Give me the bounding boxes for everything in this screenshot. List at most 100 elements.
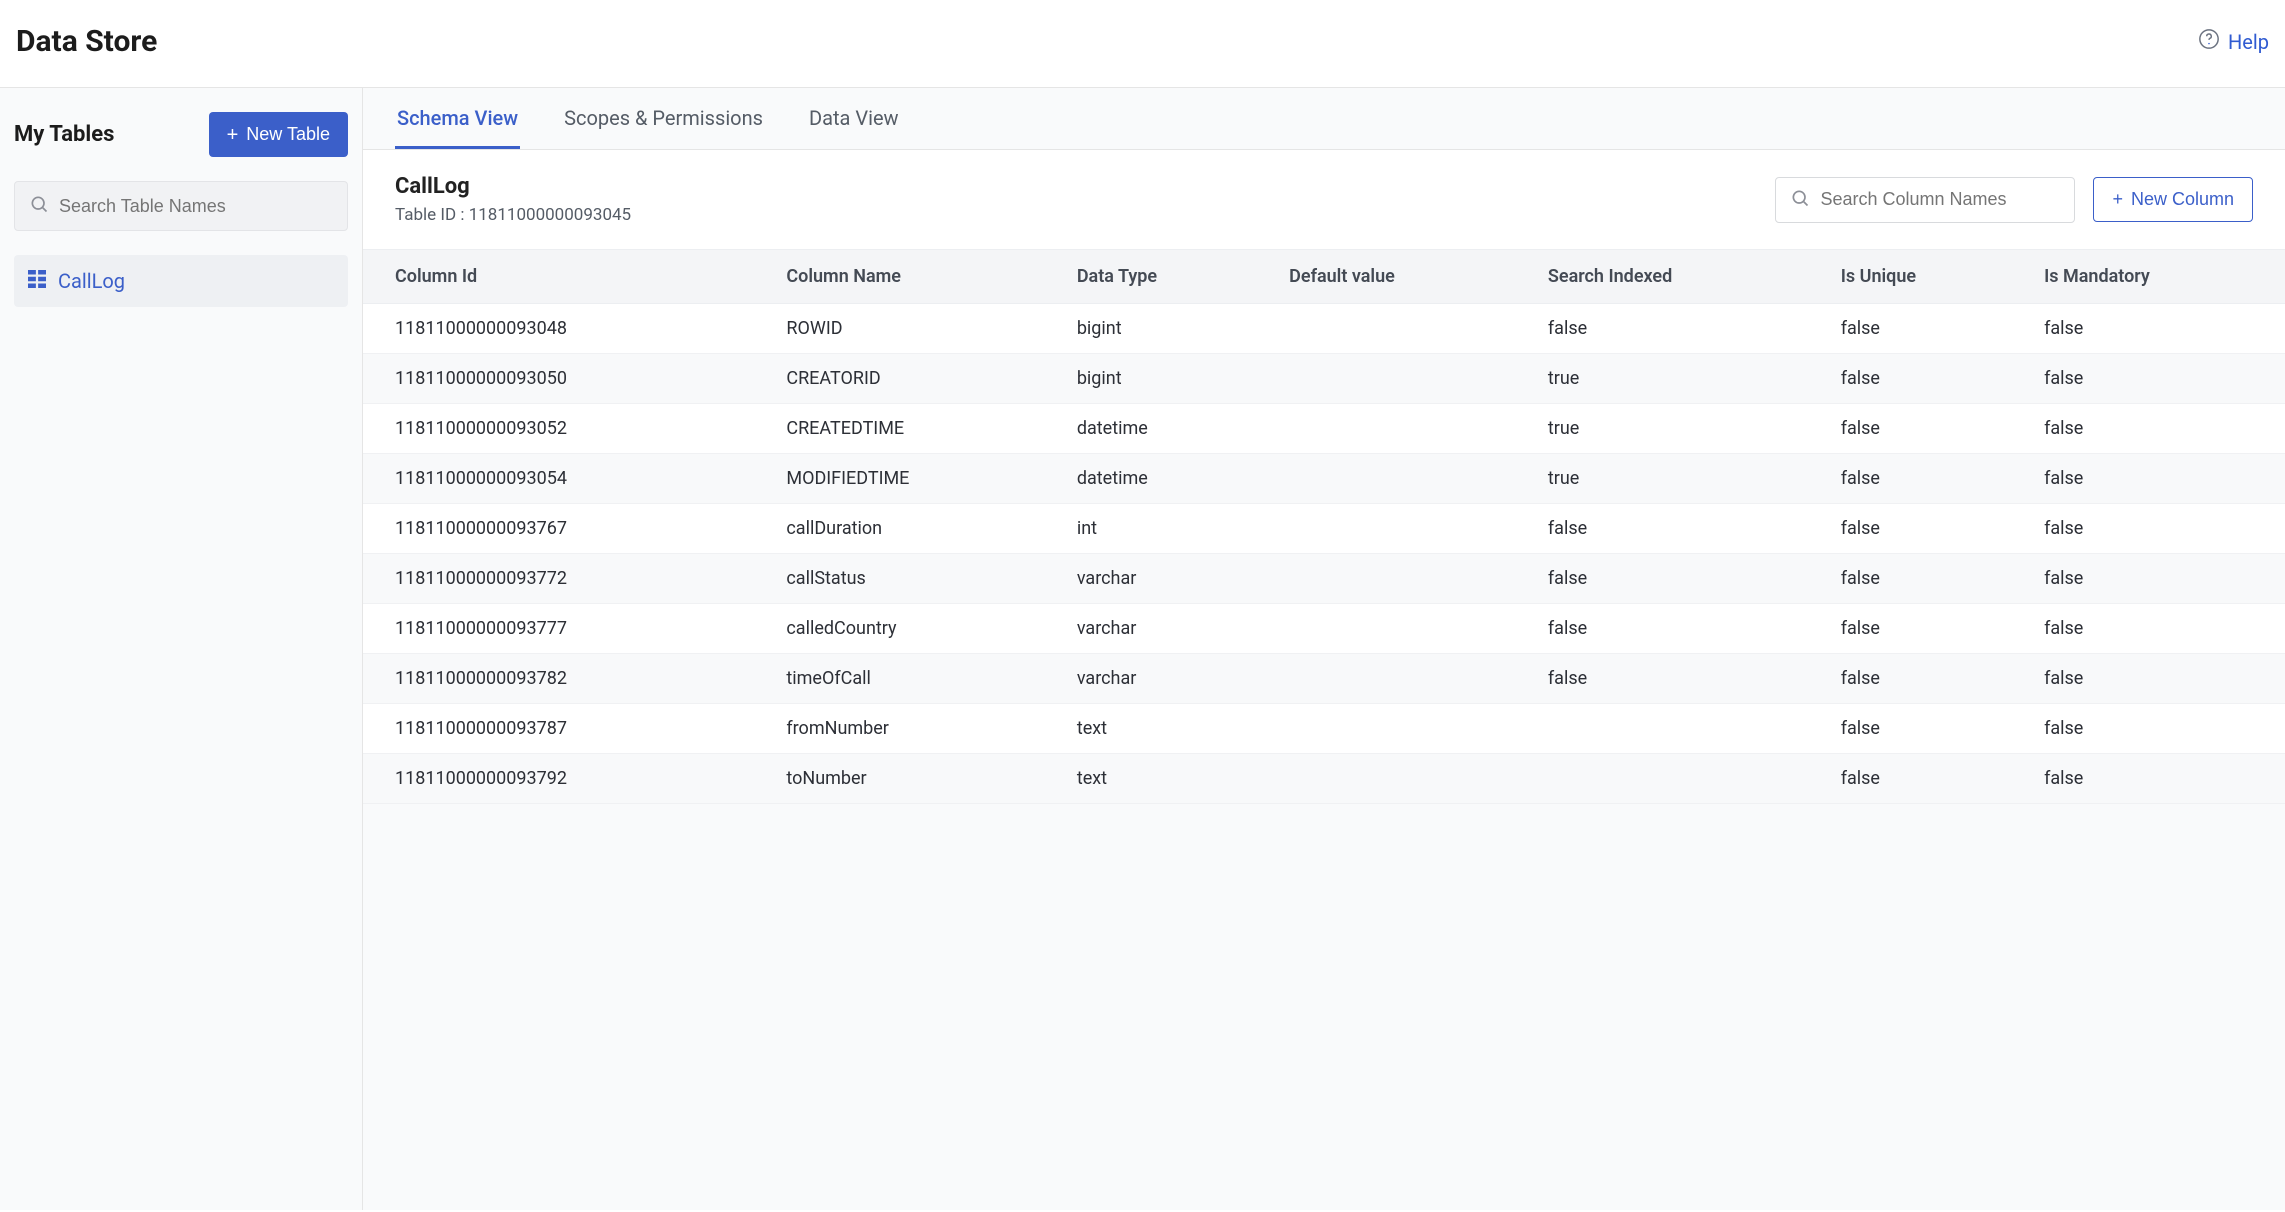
- table-row[interactable]: 11811000000093050 CREATORID bigint true …: [363, 354, 2285, 404]
- cell-default-value: [1271, 404, 1530, 454]
- new-column-button[interactable]: + New Column: [2093, 177, 2253, 222]
- table-row[interactable]: 11811000000093792 toNumber text false fa…: [363, 754, 2285, 804]
- table-row[interactable]: 11811000000093048 ROWID bigint false fal…: [363, 304, 2285, 354]
- search-icon: [1790, 188, 1810, 212]
- cell-search-indexed: true: [1530, 404, 1823, 454]
- table-row[interactable]: 11811000000093767 callDuration int false…: [363, 504, 2285, 554]
- cell-is-mandatory: false: [2026, 354, 2285, 404]
- cell-default-value: [1271, 554, 1530, 604]
- cell-is-mandatory: false: [2026, 504, 2285, 554]
- cell-is-mandatory: false: [2026, 754, 2285, 804]
- cell-default-value: [1271, 354, 1530, 404]
- plus-icon: +: [227, 125, 239, 145]
- tab-scopes-permissions[interactable]: Scopes & Permissions: [562, 88, 765, 149]
- cell-is-mandatory: false: [2026, 404, 2285, 454]
- table-row[interactable]: 11811000000093787 fromNumber text false …: [363, 704, 2285, 754]
- table-row[interactable]: 11811000000093777 calledCountry varchar …: [363, 604, 2285, 654]
- cell-column-name: CREATEDTIME: [768, 404, 1058, 454]
- search-tables-input[interactable]: [59, 196, 333, 217]
- th-column-name[interactable]: Column Name: [768, 250, 1058, 304]
- cell-column-name: MODIFIEDTIME: [768, 454, 1058, 504]
- th-is-unique[interactable]: Is Unique: [1823, 250, 2026, 304]
- table-row[interactable]: 11811000000093052 CREATEDTIME datetime t…: [363, 404, 2285, 454]
- cell-data-type: text: [1059, 754, 1271, 804]
- cell-column-id: 11811000000093777: [363, 604, 768, 654]
- cell-search-indexed: [1530, 704, 1823, 754]
- sidebar-table-name: CallLog: [58, 269, 125, 293]
- th-default-value[interactable]: Default value: [1271, 250, 1530, 304]
- cell-column-name: timeOfCall: [768, 654, 1058, 704]
- th-search-indexed[interactable]: Search Indexed: [1530, 250, 1823, 304]
- columns-table: Column Id Column Name Data Type Default …: [363, 249, 2285, 804]
- cell-search-indexed: false: [1530, 304, 1823, 354]
- cell-column-id: 11811000000093767: [363, 504, 768, 554]
- cell-column-name: ROWID: [768, 304, 1058, 354]
- search-columns-box[interactable]: [1775, 177, 2075, 223]
- cell-data-type: bigint: [1059, 304, 1271, 354]
- cell-column-id: 11811000000093050: [363, 354, 768, 404]
- cell-search-indexed: false: [1530, 554, 1823, 604]
- cell-column-name: callDuration: [768, 504, 1058, 554]
- cell-data-type: datetime: [1059, 404, 1271, 454]
- search-columns-input[interactable]: [1820, 189, 2060, 210]
- tabs: Schema View Scopes & Permissions Data View: [363, 88, 2285, 150]
- cell-column-id: 11811000000093772: [363, 554, 768, 604]
- cell-default-value: [1271, 754, 1530, 804]
- cell-default-value: [1271, 604, 1530, 654]
- main-content: Schema View Scopes & Permissions Data View…: [363, 88, 2285, 1210]
- help-label: Help: [2228, 30, 2269, 54]
- cell-data-type: int: [1059, 504, 1271, 554]
- new-table-label: New Table: [246, 124, 330, 145]
- cell-search-indexed: true: [1530, 354, 1823, 404]
- cell-is-unique: false: [1823, 554, 2026, 604]
- page-title: Data Store: [16, 24, 157, 59]
- cell-is-unique: false: [1823, 654, 2026, 704]
- cell-is-mandatory: false: [2026, 554, 2285, 604]
- table-icon: [28, 269, 46, 293]
- cell-is-unique: false: [1823, 354, 2026, 404]
- table-row[interactable]: 11811000000093054 MODIFIEDTIME datetime …: [363, 454, 2285, 504]
- cell-is-unique: false: [1823, 404, 2026, 454]
- cell-column-id: 11811000000093787: [363, 704, 768, 754]
- new-table-button[interactable]: + New Table: [209, 112, 348, 157]
- cell-column-id: 11811000000093782: [363, 654, 768, 704]
- cell-data-type: bigint: [1059, 354, 1271, 404]
- cell-column-id: 11811000000093052: [363, 404, 768, 454]
- table-header-row: Column Id Column Name Data Type Default …: [363, 250, 2285, 304]
- sidebar: My Tables + New Table CallLog: [0, 88, 363, 1210]
- cell-data-type: varchar: [1059, 554, 1271, 604]
- table-id: Table ID : 11811000000093045: [395, 205, 631, 225]
- cell-column-name: callStatus: [768, 554, 1058, 604]
- table-name: CallLog: [395, 174, 631, 199]
- cell-data-type: datetime: [1059, 454, 1271, 504]
- cell-is-mandatory: false: [2026, 304, 2285, 354]
- subheader: CallLog Table ID : 11811000000093045 + N…: [363, 150, 2285, 249]
- cell-is-unique: false: [1823, 454, 2026, 504]
- tab-data-view[interactable]: Data View: [807, 88, 901, 149]
- search-tables-box[interactable]: [14, 181, 348, 231]
- cell-data-type: varchar: [1059, 654, 1271, 704]
- cell-default-value: [1271, 504, 1530, 554]
- cell-is-unique: false: [1823, 754, 2026, 804]
- table-row[interactable]: 11811000000093772 callStatus varchar fal…: [363, 554, 2285, 604]
- cell-column-id: 11811000000093792: [363, 754, 768, 804]
- tab-schema-view[interactable]: Schema View: [395, 88, 520, 149]
- cell-column-id: 11811000000093054: [363, 454, 768, 504]
- cell-default-value: [1271, 304, 1530, 354]
- cell-is-mandatory: false: [2026, 454, 2285, 504]
- sidebar-title: My Tables: [14, 122, 114, 147]
- help-link[interactable]: Help: [2198, 28, 2269, 55]
- sidebar-table-item[interactable]: CallLog: [14, 255, 348, 307]
- th-is-mandatory[interactable]: Is Mandatory: [2026, 250, 2285, 304]
- cell-is-unique: false: [1823, 704, 2026, 754]
- cell-column-name: toNumber: [768, 754, 1058, 804]
- cell-data-type: text: [1059, 704, 1271, 754]
- th-data-type[interactable]: Data Type: [1059, 250, 1271, 304]
- th-column-id[interactable]: Column Id: [363, 250, 768, 304]
- cell-search-indexed: false: [1530, 604, 1823, 654]
- table-row[interactable]: 11811000000093782 timeOfCall varchar fal…: [363, 654, 2285, 704]
- cell-default-value: [1271, 704, 1530, 754]
- cell-is-mandatory: false: [2026, 604, 2285, 654]
- cell-search-indexed: true: [1530, 454, 1823, 504]
- cell-column-name: fromNumber: [768, 704, 1058, 754]
